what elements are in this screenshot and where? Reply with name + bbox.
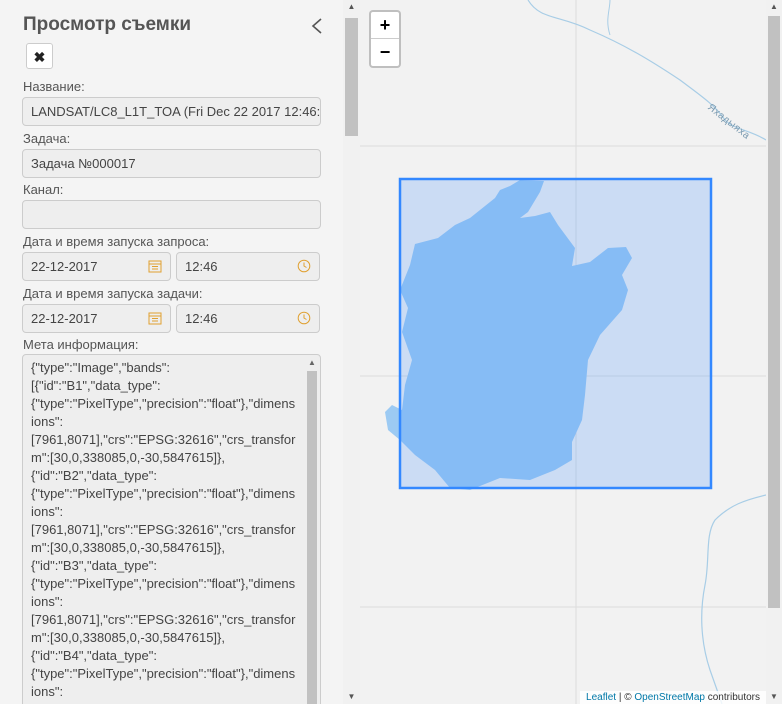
zoom-control: + − (369, 10, 401, 68)
close-button[interactable]: ✖ (26, 43, 53, 69)
name-label: Название: (23, 79, 85, 94)
meta-textarea[interactable]: {"type":"Image","bands": [{"id":"B1","da… (22, 354, 321, 704)
scroll-up-icon[interactable]: ▲ (766, 0, 782, 14)
task-run-datetime-label: Дата и время запуска задачи: (23, 286, 203, 301)
calendar-icon (148, 260, 162, 273)
scene-view-panel: Просмотр съемки ✖ Название: LANDSAT/LC8_… (0, 0, 343, 704)
attribution-separator: | © (616, 692, 635, 703)
map-tiles (360, 0, 766, 704)
channel-field[interactable] (22, 200, 321, 229)
scroll-down-icon[interactable]: ▼ (343, 690, 360, 704)
task-run-date-input[interactable]: 22-12-2017 (22, 304, 171, 333)
scroll-up-icon[interactable]: ▲ (306, 357, 318, 369)
attribution-tail: contributors (704, 692, 760, 703)
panel-scroll-thumb[interactable] (345, 18, 358, 136)
leaflet-link[interactable]: Leaflet (586, 692, 616, 703)
zoom-out-button[interactable]: − (371, 39, 399, 65)
task-run-time-value: 12:46 (185, 311, 218, 326)
clock-icon (297, 259, 311, 273)
channel-label: Канал: (23, 182, 64, 197)
map-attribution: Leaflet | © OpenStreetMap contributors (580, 691, 766, 704)
name-field[interactable]: LANDSAT/LC8_L1T_TOA (Fri Dec 22 2017 12:… (22, 97, 321, 126)
request-time-input[interactable]: 12:46 (176, 252, 320, 281)
meta-text: {"type":"Image","bands": [{"id":"B1","da… (31, 360, 296, 704)
scroll-up-icon[interactable]: ▲ (343, 0, 360, 14)
chevron-left-icon[interactable] (308, 14, 326, 38)
map-scroll-thumb[interactable] (768, 16, 780, 608)
osm-link[interactable]: OpenStreetMap (634, 692, 705, 703)
scroll-down-icon[interactable]: ▼ (766, 690, 782, 704)
map-scrollbar[interactable]: ▲ ▼ (766, 0, 782, 704)
request-time-value: 12:46 (185, 259, 218, 274)
calendar-icon (148, 312, 162, 325)
meta-scrollbar[interactable]: ▲ (306, 357, 318, 704)
scene-footprint (398, 177, 713, 490)
meta-scroll-thumb[interactable] (307, 371, 317, 704)
panel-scrollbar[interactable]: ▲ ▼ (343, 0, 360, 704)
request-date-input[interactable]: 22-12-2017 (22, 252, 171, 281)
task-run-date-value: 22-12-2017 (31, 311, 98, 326)
task-field[interactable]: Задача №000017 (22, 149, 321, 178)
clock-icon (297, 311, 311, 325)
request-datetime-label: Дата и время запуска запроса: (23, 234, 210, 249)
map-view[interactable]: Яхадыяха + − Leaflet | © OpenStreetMap c… (360, 0, 766, 704)
task-run-time-input[interactable]: 12:46 (176, 304, 320, 333)
request-date-value: 22-12-2017 (31, 259, 98, 274)
task-label: Задача: (23, 131, 71, 146)
panel-title: Просмотр съемки (23, 14, 192, 35)
meta-label: Мета информация: (23, 337, 139, 352)
zoom-in-button[interactable]: + (371, 12, 399, 39)
